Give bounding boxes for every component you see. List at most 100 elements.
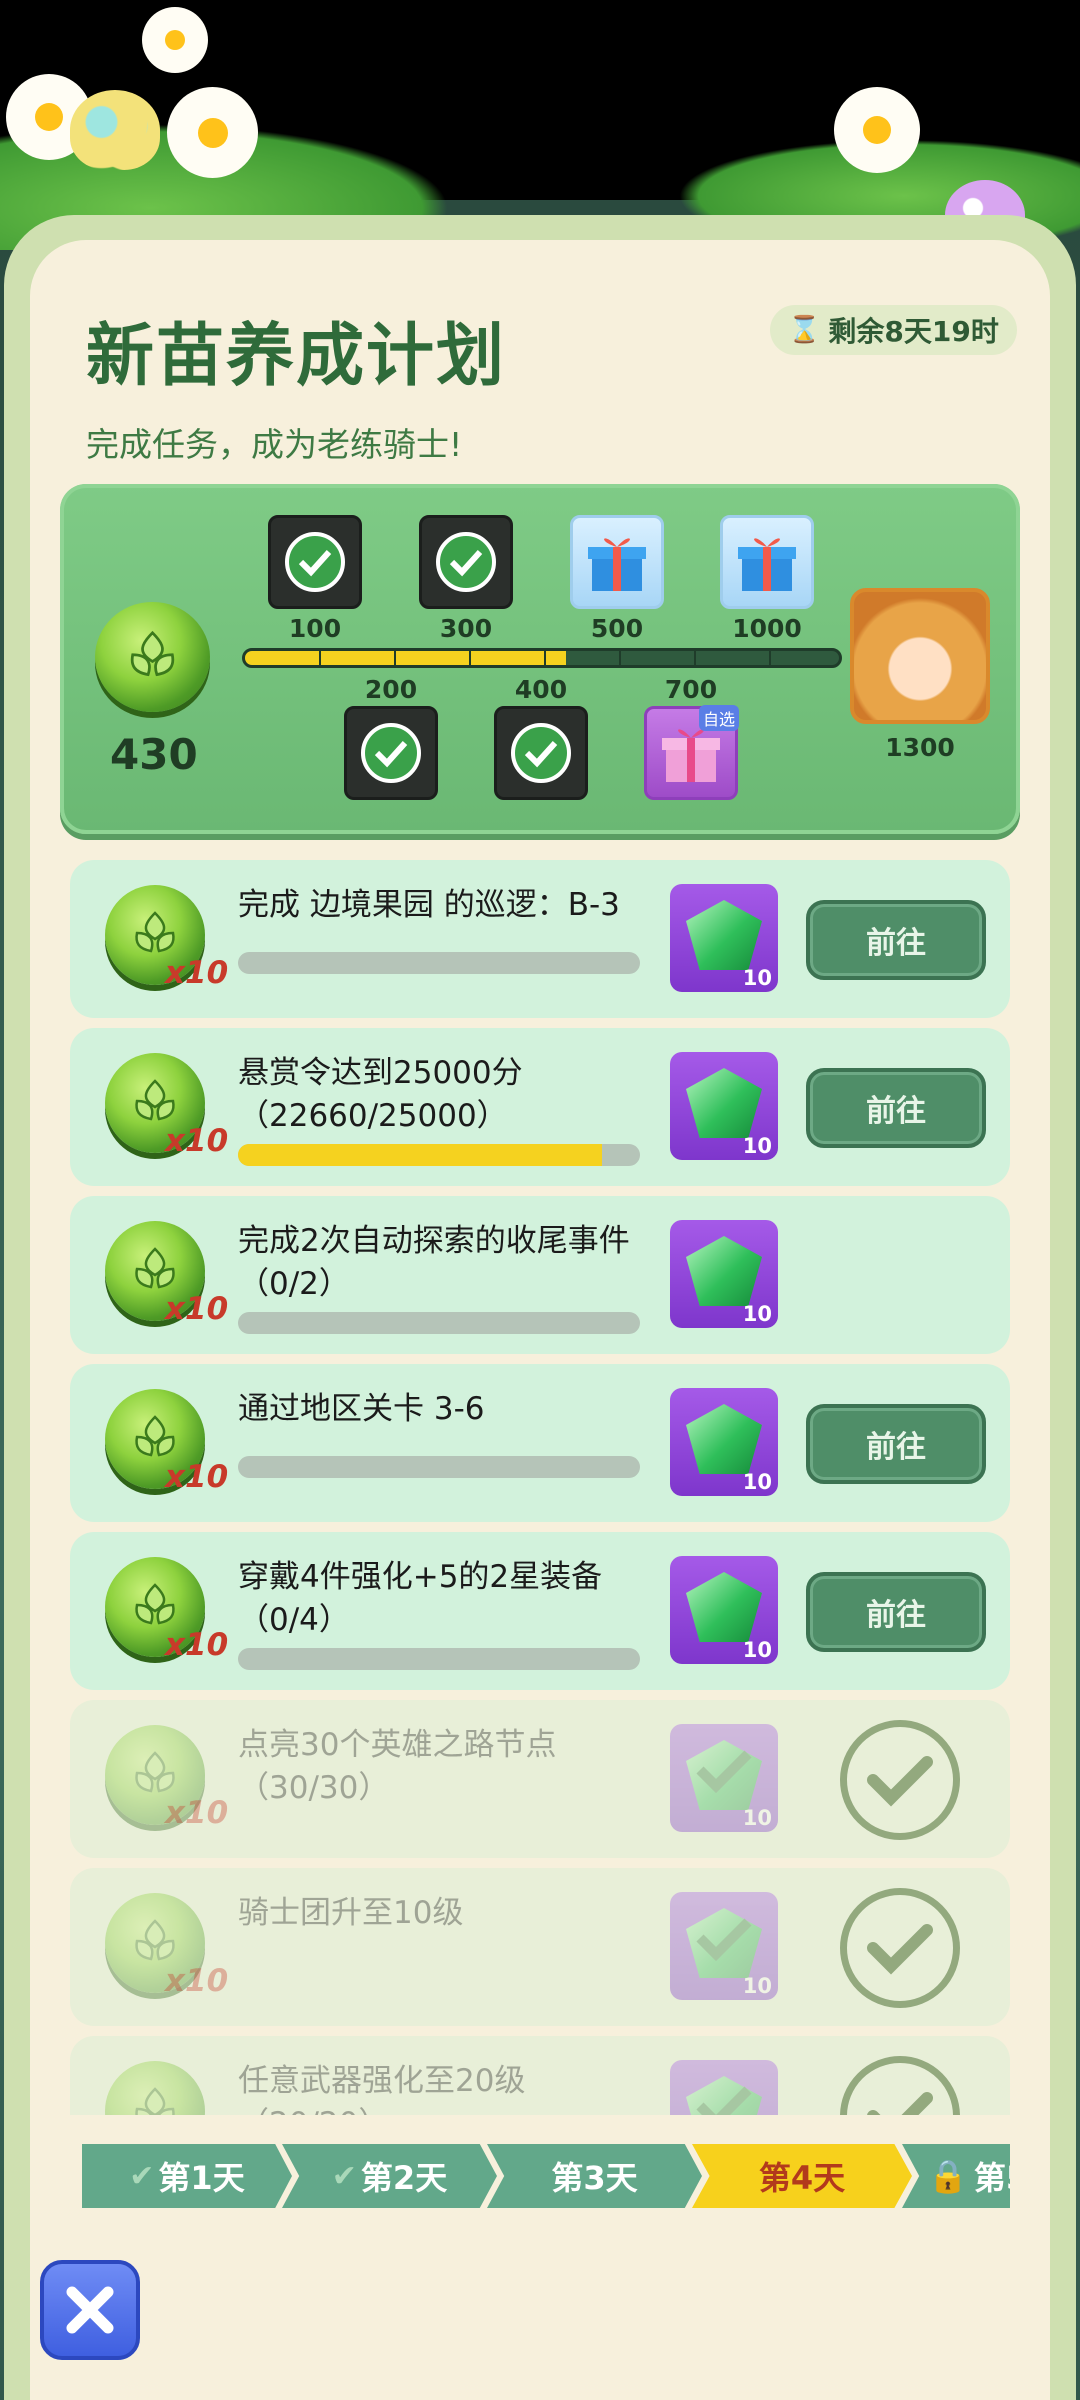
task-progress-bar [238, 952, 640, 974]
task-row: x10 点亮30个英雄之路节点 （30/30） 10 [70, 1700, 1010, 1858]
tab-day-1[interactable]: ✔ 第1天 [82, 2144, 292, 2208]
completed-check-icon [840, 1888, 960, 2008]
page-title: 新苗养成计划 [86, 317, 507, 396]
task-text: 穿戴4件强化+5的2星装备 （0/4） [238, 1559, 603, 1638]
task-progress-bar [238, 1144, 640, 1166]
check-icon [436, 532, 496, 592]
gem-reward[interactable]: 10 [670, 1220, 778, 1328]
task-progress-bar [238, 1456, 640, 1478]
gem-icon [686, 1236, 762, 1306]
gem-reward[interactable]: 10 [670, 1556, 778, 1664]
milestone-reward-claimed[interactable] [419, 515, 513, 609]
task-text: 悬赏令达到25000分 （22660/25000） [238, 1055, 523, 1134]
gem-count: 10 [742, 1134, 772, 1158]
task-row: x10 完成2次自动探索的收尾事件 （0/2） 10 [70, 1196, 1010, 1354]
milestone-reward-gift[interactable] [570, 515, 664, 609]
task-text: 完成2次自动探索的收尾事件 （0/2） [238, 1223, 630, 1302]
check-icon [694, 1914, 754, 1968]
milestone-progress-bar [242, 648, 842, 668]
gem-reward[interactable]: 10 [670, 1892, 778, 2000]
countdown-text: 剩余8天19时 [828, 315, 999, 348]
check-icon [511, 723, 571, 783]
task-progress-bar [238, 1312, 640, 1334]
progress-fill [245, 651, 566, 665]
reward-multiplier: x10 [165, 955, 229, 991]
milestone-reward-gift[interactable] [720, 515, 814, 609]
gem-count: 10 [742, 966, 772, 990]
milestone-label: 400 [514, 675, 568, 704]
reward-multiplier: x10 [165, 1795, 229, 1831]
go-button[interactable]: 前往 [806, 1572, 986, 1652]
milestone-label: 500 [590, 614, 644, 643]
butterfly-icon [70, 90, 160, 170]
task-text: 完成 边境果园 的巡逻：B-3 [238, 887, 620, 923]
task-row: x10 悬赏令达到25000分 （22660/25000） 10 前往 [70, 1028, 1010, 1186]
go-button[interactable]: 前往 [806, 900, 986, 980]
tab-day-4[interactable]: 第4天 [692, 2144, 912, 2208]
flower-icon [842, 95, 912, 165]
close-button[interactable] [40, 2260, 140, 2360]
gem-reward[interactable]: 10 [670, 2060, 778, 2115]
gem-icon [686, 900, 762, 970]
gem-reward[interactable]: 10 [670, 884, 778, 992]
check-icon: ✔ [129, 2158, 155, 2194]
check-icon: ✔ [331, 2158, 357, 2194]
milestone-reward-claimed[interactable] [268, 515, 362, 609]
tab-day-2[interactable]: ✔ 第2天 [282, 2144, 497, 2208]
points-value: 430 [110, 730, 198, 779]
task-row: x10任意武器强化至20级（20/20）10 [70, 2036, 1010, 2115]
gem-reward[interactable]: 10 [670, 1052, 778, 1160]
task-row: x10 穿戴4件强化+5的2星装备 （0/4） 10 前往 [70, 1532, 1010, 1690]
milestone-label: 700 [664, 675, 718, 704]
countdown-badge: ⌛ 剩余8天19时 [770, 305, 1017, 355]
gem-count: 10 [742, 1806, 772, 1830]
tab-day-5-locked[interactable]: 🔒第5天 [902, 2144, 1010, 2208]
milestone-label: 300 [439, 614, 493, 643]
selectable-badge: 自选 [698, 705, 739, 731]
gem-icon [686, 1068, 762, 1138]
task-row: x10 骑士团升至10级 10 [70, 1868, 1010, 2026]
gem-count: 10 [742, 1470, 772, 1494]
hero-portrait-reward[interactable] [850, 588, 990, 724]
reward-multiplier: x10 [165, 1627, 229, 1663]
gift-icon [738, 538, 796, 591]
reward-multiplier: x10 [165, 1963, 229, 1999]
milestone-reward-selectable-gift[interactable]: 自选 [644, 705, 739, 800]
gem-reward[interactable]: 10 [670, 1388, 778, 1496]
go-button[interactable]: 前往 [806, 1404, 986, 1484]
milestone-reward-claimed[interactable] [344, 706, 438, 800]
hourglass-icon: ⌛ [788, 315, 821, 345]
leaf-coin-icon [105, 2061, 205, 2115]
go-button[interactable]: 前往 [806, 1068, 986, 1148]
task-row: x10 通过地区关卡 3-6 10 前往 [70, 1364, 1010, 1522]
lock-icon: 🔒 [928, 2157, 968, 2195]
leaf-coin-icon [95, 602, 210, 712]
check-icon [694, 2082, 754, 2115]
task-progress-fill [238, 1144, 603, 1166]
task-list[interactable]: x10 完成 边境果园 的巡逻：B-3 10 前往 x10 悬赏令达到25000分 （226… [60, 860, 1020, 2115]
gem-count: 10 [742, 1302, 772, 1326]
close-icon [66, 2286, 114, 2334]
reward-multiplier: x10 [165, 1123, 229, 1159]
milestone-label: 1000 [732, 614, 802, 643]
gem-icon [686, 1404, 762, 1474]
gem-reward[interactable]: 10 [670, 1724, 778, 1832]
reward-multiplier: x10 [165, 1459, 229, 1495]
gem-count: 10 [742, 1638, 772, 1662]
check-icon [361, 723, 421, 783]
day-tabs: ✔第1天 ✔第2天 第3天 第4天 🔒第5天 [82, 2144, 1010, 2208]
task-row: x10 完成 边境果园 的巡逻：B-3 10 前往 [70, 860, 1010, 1018]
gem-icon [686, 1572, 762, 1642]
reward-multiplier: x10 [165, 1291, 229, 1327]
completed-check-icon [840, 2056, 960, 2115]
milestone-label: 200 [364, 675, 418, 704]
check-icon [285, 532, 345, 592]
gem-count: 10 [742, 1974, 772, 1998]
milestone-label: 100 [288, 614, 342, 643]
milestone-reward-claimed[interactable] [494, 706, 588, 800]
task-text: 任意武器强化至20级（20/20） [238, 2063, 526, 2115]
flower-icon [175, 95, 250, 170]
tab-day-3[interactable]: 第3天 [487, 2144, 702, 2208]
flower-icon [150, 15, 200, 65]
page-subtitle: 完成任务，成为老练骑士! [86, 425, 463, 464]
